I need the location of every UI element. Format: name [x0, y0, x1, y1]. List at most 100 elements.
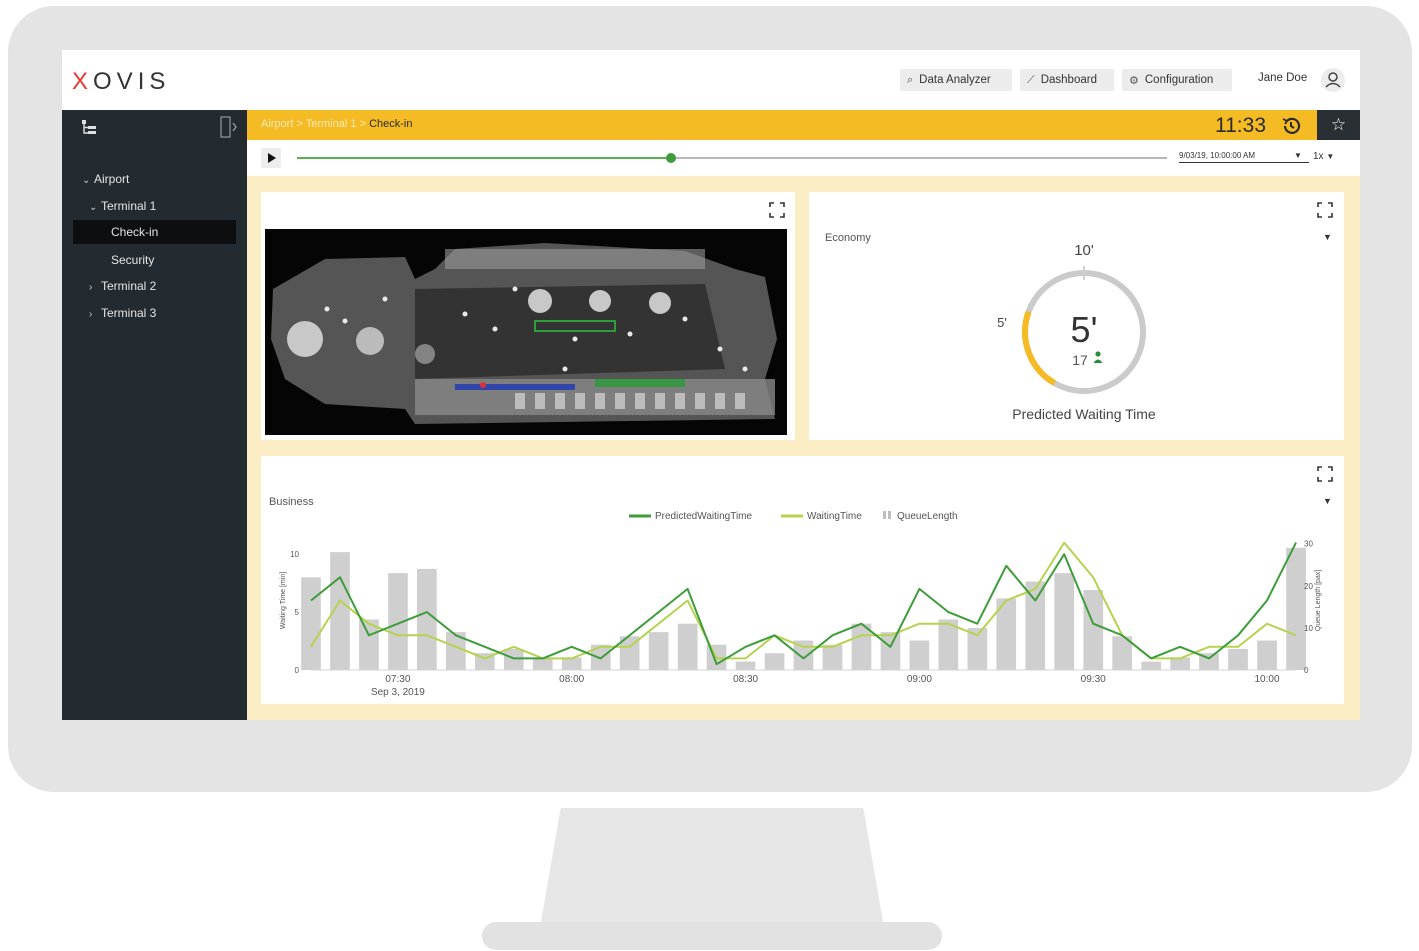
- favorite-button[interactable]: ☆: [1317, 110, 1360, 140]
- queue-length-bar: [648, 632, 669, 670]
- timeline-bar: 9/03/19, 10:00:00 AM ▼ 1x ▼: [247, 140, 1360, 176]
- x-tick-label: 08:00: [559, 674, 584, 685]
- configuration-label: Configuration: [1144, 74, 1214, 86]
- collapse-sidebar-icon[interactable]: [220, 116, 238, 138]
- sidebar-item-check-in[interactable]: Check-in: [73, 220, 236, 244]
- breadcrumb-separator: >: [359, 118, 367, 130]
- history-icon[interactable]: [1280, 115, 1302, 137]
- monitor-stand-foot: [482, 922, 942, 950]
- business-chart-panel: Business ▼ 0 5 10 0 10 20 30 Waiting Time [min]…: [261, 456, 1344, 704]
- top-bar: XOVIS ⌕ Data Analyzer ⟋ Dashboard ⚙ Conf…: [62, 50, 1360, 110]
- legend-label-predicted: PredictedWaitingTime: [655, 511, 753, 522]
- chevron-down-icon[interactable]: ▼: [1323, 232, 1332, 242]
- user-icon[interactable]: [1320, 67, 1346, 93]
- economy-panel: Economy ▼ 10' 5' 5' 17 Predicted Waiting…: [809, 192, 1344, 440]
- gauge-value: 5': [1071, 309, 1098, 350]
- dashboard-label: Dashboard: [1040, 74, 1097, 86]
- breadcrumb-current: Check-in: [369, 118, 413, 130]
- x-date-label: Sep 3, 2019: [371, 687, 425, 698]
- queue-length-bar: [301, 577, 321, 670]
- fullscreen-icon[interactable]: [769, 202, 785, 218]
- monitor-stand-neck: [540, 808, 884, 928]
- y-tick-left: 5: [295, 608, 300, 617]
- analyzer-icon: ⌕: [907, 73, 914, 86]
- queue-count: 17: [1072, 352, 1088, 368]
- waiting-time-chart: 0 5 10 0 10 20 30 Waiting Time [min] Queue Lengt…: [280, 511, 1322, 698]
- timeline-slider[interactable]: [297, 153, 1167, 163]
- sidebar: ⌄ Airport ⌄ Terminal 1 Check-in Security ›…: [62, 110, 247, 720]
- x-tick-label: 09:30: [1081, 674, 1106, 685]
- sidebar-item-label: Terminal 1: [101, 199, 157, 213]
- dashboard-button[interactable]: ⟋ Dashboard: [1020, 69, 1114, 91]
- xovis-logo: XOVIS: [72, 68, 170, 96]
- y-axis-label-right: Queue Length [pax]: [1315, 570, 1322, 632]
- play-button[interactable]: [261, 148, 281, 168]
- y-tick-right: 0: [1304, 666, 1309, 675]
- sidebar-item-label: Security: [111, 253, 155, 267]
- gear-icon: ⚙: [1129, 74, 1139, 87]
- legend-swatch-queue: [883, 511, 886, 519]
- app-screen: XOVIS ⌕ Data Analyzer ⟋ Dashboard ⚙ Conf…: [62, 50, 1360, 720]
- fullscreen-icon[interactable]: [1317, 202, 1333, 218]
- timeline-handle[interactable]: [666, 153, 677, 163]
- queue-length-bar: [880, 632, 901, 670]
- sidebar-item-terminal-3[interactable]: › Terminal 3: [89, 306, 156, 320]
- x-tick-label: 09:00: [907, 674, 932, 685]
- dashboard-content: Economy ▼ 10' 5' 5' 17 Predicted Waiting…: [247, 176, 1360, 720]
- breadcrumb-airport[interactable]: Airport: [261, 118, 293, 130]
- queue-length-bar: [851, 623, 872, 670]
- person-icon: [1093, 351, 1103, 363]
- breadcrumb: Airport > Terminal 1 > Check-in: [261, 118, 412, 130]
- datetime-field[interactable]: 9/03/19, 10:00:00 AM: [1179, 151, 1309, 163]
- queue-length-bar: [1054, 573, 1075, 670]
- gauge-max-label: 10': [1074, 242, 1094, 259]
- sidebar-item-terminal-2[interactable]: › Terminal 2: [89, 279, 156, 293]
- logo-x: X: [72, 68, 94, 95]
- chevron-down-icon: ⌄: [82, 175, 91, 186]
- star-icon: ☆: [1330, 115, 1347, 134]
- speed-value: 1x: [1313, 151, 1324, 162]
- gauge-value-arc: [1022, 310, 1057, 386]
- breadcrumb-terminal[interactable]: Terminal 1: [306, 118, 357, 130]
- sidebar-item-label: Terminal 2: [101, 279, 157, 293]
- y-axis-label-left: Waiting Time [min]: [280, 572, 287, 629]
- chevron-down-icon: ⌄: [89, 202, 98, 213]
- y-tick-left: 0: [295, 666, 300, 675]
- x-tick-label: 10:00: [1254, 674, 1279, 685]
- speed-select[interactable]: 1x ▼: [1313, 151, 1334, 162]
- chevron-right-icon: ›: [89, 309, 93, 320]
- breadcrumb-separator: >: [296, 118, 303, 130]
- gauge-mid-label: 5': [997, 315, 1007, 330]
- queue-length-bar: [1083, 590, 1104, 670]
- legend-swatch-queue: [888, 511, 891, 519]
- legend-label-waiting: WaitingTime: [807, 511, 862, 522]
- y-tick-right: 10: [1304, 624, 1313, 633]
- data-analyzer-button[interactable]: ⌕ Data Analyzer: [900, 69, 1012, 91]
- timeline-progress: [297, 157, 672, 159]
- queue-length-bar: [735, 661, 756, 670]
- waiting-time-gauge: 10' 5' 5' 17 Predicted Waiting Time: [997, 242, 1156, 422]
- queue-length-bar: [1228, 648, 1248, 670]
- sidebar-item-label: Terminal 3: [101, 306, 157, 320]
- breadcrumb-bar: Airport > Terminal 1 > Check-in 11:33 ☆: [247, 110, 1360, 140]
- queue-length-bar: [764, 653, 785, 670]
- user-name[interactable]: Jane Doe: [1258, 72, 1307, 84]
- queue-length-bar: [1141, 661, 1161, 670]
- trend-icon: ⟋: [1027, 73, 1035, 86]
- camera-image: [265, 229, 787, 435]
- configuration-button[interactable]: ⚙ Configuration: [1122, 69, 1232, 91]
- sidebar-item-label: Check-in: [111, 225, 159, 239]
- logo-rest: OVIS: [93, 68, 171, 95]
- queue-length-bar: [677, 623, 698, 670]
- chevron-down-icon: ▼: [1326, 152, 1335, 161]
- sidebar-item-terminal-1[interactable]: ⌄ Terminal 1: [89, 199, 156, 213]
- sidebar-item-security[interactable]: Security: [111, 253, 154, 267]
- y-tick-right: 20: [1304, 582, 1313, 591]
- sidebar-item-airport[interactable]: ⌄ Airport: [82, 172, 129, 186]
- current-time: 11:33: [1215, 114, 1266, 137]
- tree-structure-icon[interactable]: [80, 118, 98, 136]
- camera-view: [265, 229, 787, 435]
- datetime-dropdown-icon[interactable]: ▼: [1294, 151, 1302, 160]
- queue-length-bar: [1286, 547, 1306, 670]
- queue-length-bar: [1025, 581, 1046, 670]
